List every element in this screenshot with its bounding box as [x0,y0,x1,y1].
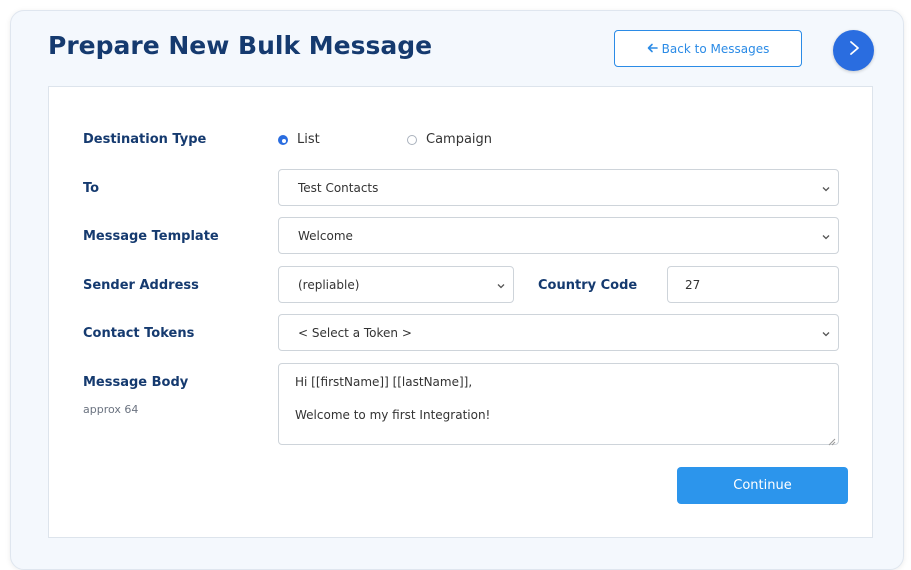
contact-tokens-value: < Select a Token > [298,325,412,340]
radio-list-label: List [297,132,320,147]
message-body-line: Hi [[firstName]] [[lastName]], [295,375,473,389]
page-container: Prepare New Bulk Message Back to Message… [10,10,904,570]
to-select[interactable]: Test Contacts [278,169,839,206]
radio-campaign[interactable]: Campaign [407,132,492,147]
chevron-right-icon [846,40,862,61]
contact-tokens-select[interactable]: < Select a Token > [278,314,839,351]
sender-address-value: (repliable) [298,277,360,292]
form-card: Destination Type List Campaign To Test C… [48,86,873,538]
to-label: To [83,181,100,196]
sender-address-select[interactable]: (repliable) [278,266,514,303]
radio-list[interactable]: List [278,132,320,147]
chevron-down-icon [821,328,831,338]
radio-list-dot[interactable] [278,134,288,145]
chevron-down-icon [496,280,506,290]
resize-handle-icon[interactable] [828,434,836,446]
radio-campaign-label: Campaign [426,132,493,147]
character-count: approx 64 [83,403,139,416]
arrow-left-icon [647,42,658,56]
sender-address-label: Sender Address [83,278,199,293]
radio-campaign-dot[interactable] [407,134,417,145]
contact-tokens-label: Contact Tokens [83,326,195,341]
chevron-down-icon [821,231,831,241]
back-to-messages-label: Back to Messages [661,41,770,56]
message-template-value: Welcome [298,228,353,243]
next-button[interactable] [833,30,874,71]
message-body-textarea[interactable]: Hi [[firstName]] [[lastName]], Welcome t… [278,363,839,446]
message-body-line: Welcome to my first Integration! [295,408,491,422]
country-code-value: 27 [685,277,701,292]
destination-type-label: Destination Type [83,132,207,147]
chevron-down-icon [821,183,831,193]
country-code-input[interactable]: 27 [667,266,839,303]
country-code-label: Country Code [538,278,638,293]
back-to-messages-button[interactable]: Back to Messages [614,30,802,67]
message-template-select[interactable]: Welcome [278,217,839,254]
page-title: Prepare New Bulk Message [48,31,433,60]
message-template-label: Message Template [83,229,219,244]
message-body-label: Message Body [83,375,189,390]
continue-button[interactable]: Continue [677,467,848,504]
to-select-value: Test Contacts [298,180,379,195]
